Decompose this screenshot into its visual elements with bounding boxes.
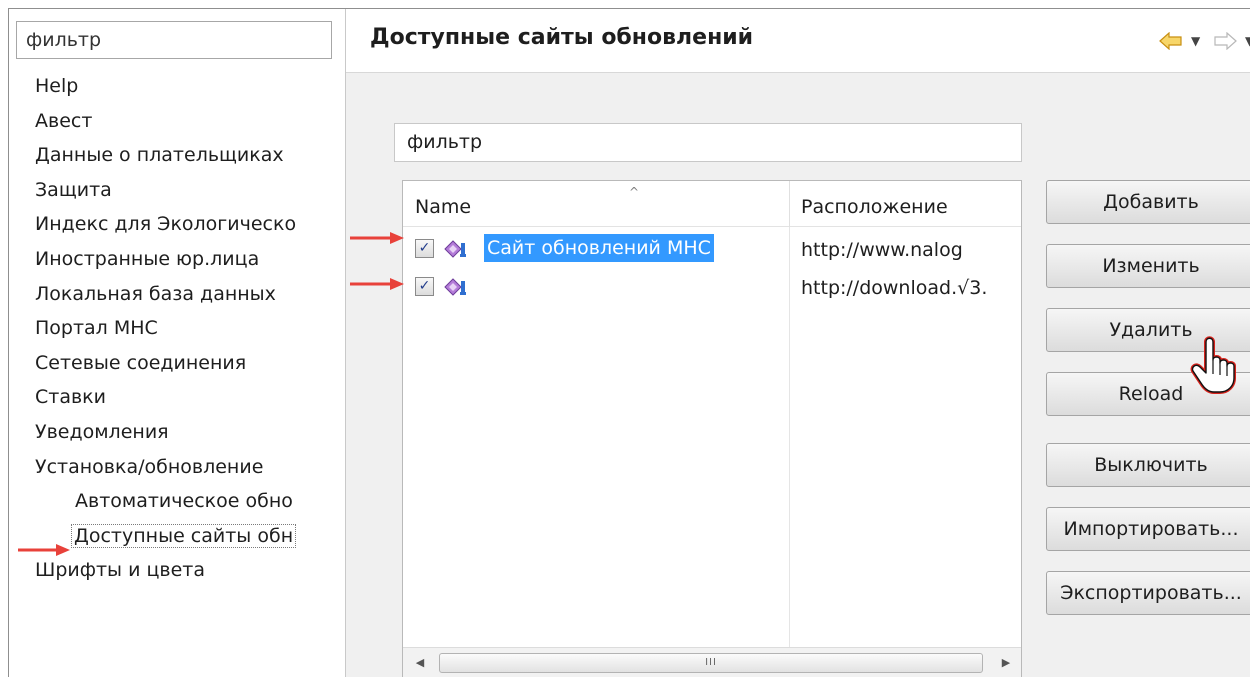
table-row[interactable]: ✓ Сайт обновлений МНС http://www.nalog: [403, 231, 1021, 267]
export-button[interactable]: Экспортировать...: [1046, 571, 1250, 615]
edit-button[interactable]: Изменить: [1046, 244, 1250, 288]
update-site-icon: [443, 238, 467, 260]
site-location-cell[interactable]: http://download.√3.: [801, 273, 1019, 303]
page-title: Доступные сайты обновлений: [370, 25, 754, 50]
tree-item-mns-portal[interactable]: Портал МНС: [9, 311, 345, 346]
tree-item-eco-index[interactable]: Индекс для Экологическо: [9, 207, 345, 242]
page-content: фильтр Name ^ Расположение ✓ Сайт обновл…: [346, 73, 1250, 677]
tree-item-label: Ставки: [35, 386, 106, 409]
tree-item-label: Авест: [35, 109, 93, 132]
preferences-tree: Help Авест Данные о плательщиках Защита …: [9, 69, 345, 588]
site-location-cell[interactable]: http://www.nalog: [801, 235, 1019, 265]
tree-item-fonts-colors[interactable]: Шрифты и цвета: [9, 553, 345, 588]
sites-table[interactable]: Name ^ Расположение ✓ Сайт обновлений МН…: [402, 180, 1022, 677]
scroll-right-icon[interactable]: ▶: [997, 654, 1015, 672]
horizontal-scrollbar[interactable]: ◀ III ▶: [403, 647, 1021, 677]
annotation-arrow-icon: [18, 544, 70, 556]
site-name-cell[interactable]: Сайт обновлений МНС: [484, 234, 714, 262]
annotation-arrow-icon: [350, 278, 404, 290]
preferences-sidebar: фильтр Help Авест Данные о плательщиках …: [9, 9, 346, 677]
tree-item-label: Автоматическое обно: [75, 490, 293, 513]
tree-item-label: Сетевые соединения: [35, 351, 247, 374]
tree-item-label: Доступные сайты обн: [71, 523, 297, 548]
forward-arrow-icon[interactable]: [1213, 29, 1237, 53]
forward-dropdown-icon[interactable]: ▼: [1245, 34, 1250, 48]
tree-item-auto-update[interactable]: Автоматическое обно: [9, 484, 345, 519]
preferences-window: фильтр Help Авест Данные о плательщиках …: [8, 8, 1250, 677]
tree-item-local-db[interactable]: Локальная база данных: [9, 277, 345, 312]
column-header-name[interactable]: Name: [415, 181, 471, 227]
scrollbar-thumb[interactable]: III: [439, 653, 983, 673]
annotation-arrow-icon: [350, 232, 404, 244]
tree-item-label: Локальная база данных: [35, 282, 276, 305]
page-header: Доступные сайты обновлений ▼ ▼: [346, 9, 1250, 73]
tree-item-security[interactable]: Защита: [9, 173, 345, 208]
tree-item-label: Портал МНС: [35, 317, 158, 340]
tree-item-avest[interactable]: Авест: [9, 104, 345, 139]
tree-item-notifications[interactable]: Уведомления: [9, 415, 345, 450]
tree-item-install-update[interactable]: Установка/обновление: [9, 450, 345, 485]
column-header-location[interactable]: Расположение: [801, 181, 948, 227]
tree-item-label: Индекс для Экологическо: [35, 213, 297, 236]
sidebar-filter-input[interactable]: фильтр: [16, 21, 332, 59]
import-button[interactable]: Импортировать...: [1046, 507, 1250, 551]
column-divider[interactable]: [789, 181, 790, 227]
tree-item-label: Уведомления: [35, 420, 169, 443]
update-site-icon: [443, 276, 467, 298]
tree-item-rates[interactable]: Ставки: [9, 380, 345, 415]
history-dropdown-icon[interactable]: ▼: [1191, 34, 1205, 48]
sort-ascending-icon: ^: [629, 185, 640, 199]
tree-item-help[interactable]: Help: [9, 69, 345, 104]
site-enabled-checkbox[interactable]: ✓: [415, 239, 434, 258]
tree-item-network[interactable]: Сетевые соединения: [9, 346, 345, 381]
history-nav: ▼ ▼: [1159, 27, 1250, 55]
tree-item-foreign-entities[interactable]: Иностранные юр.лица: [9, 242, 345, 277]
tree-item-label: Установка/обновление: [35, 455, 264, 478]
hand-cursor-icon: [1190, 336, 1236, 394]
tree-item-label: Шрифты и цвета: [35, 559, 205, 582]
tree-item-label: Данные о плательщиках: [35, 144, 284, 167]
sites-filter-input[interactable]: фильтр: [394, 123, 1022, 162]
tree-item-payer-data[interactable]: Данные о плательщиках: [9, 138, 345, 173]
tree-item-label: Help: [35, 75, 79, 97]
preferences-page: Доступные сайты обновлений ▼ ▼ фильтр Na…: [346, 9, 1250, 677]
table-header: Name ^ Расположение: [403, 181, 1021, 227]
back-arrow-icon[interactable]: [1159, 29, 1183, 53]
disable-button[interactable]: Выключить: [1046, 443, 1250, 487]
tree-item-label: Иностранные юр.лица: [35, 247, 260, 270]
add-button[interactable]: Добавить: [1046, 180, 1250, 224]
table-row[interactable]: ✓ http://download.√3.: [403, 269, 1021, 305]
scroll-left-icon[interactable]: ◀: [411, 654, 429, 672]
tree-item-label: Защита: [35, 178, 112, 201]
site-enabled-checkbox[interactable]: ✓: [415, 277, 434, 296]
